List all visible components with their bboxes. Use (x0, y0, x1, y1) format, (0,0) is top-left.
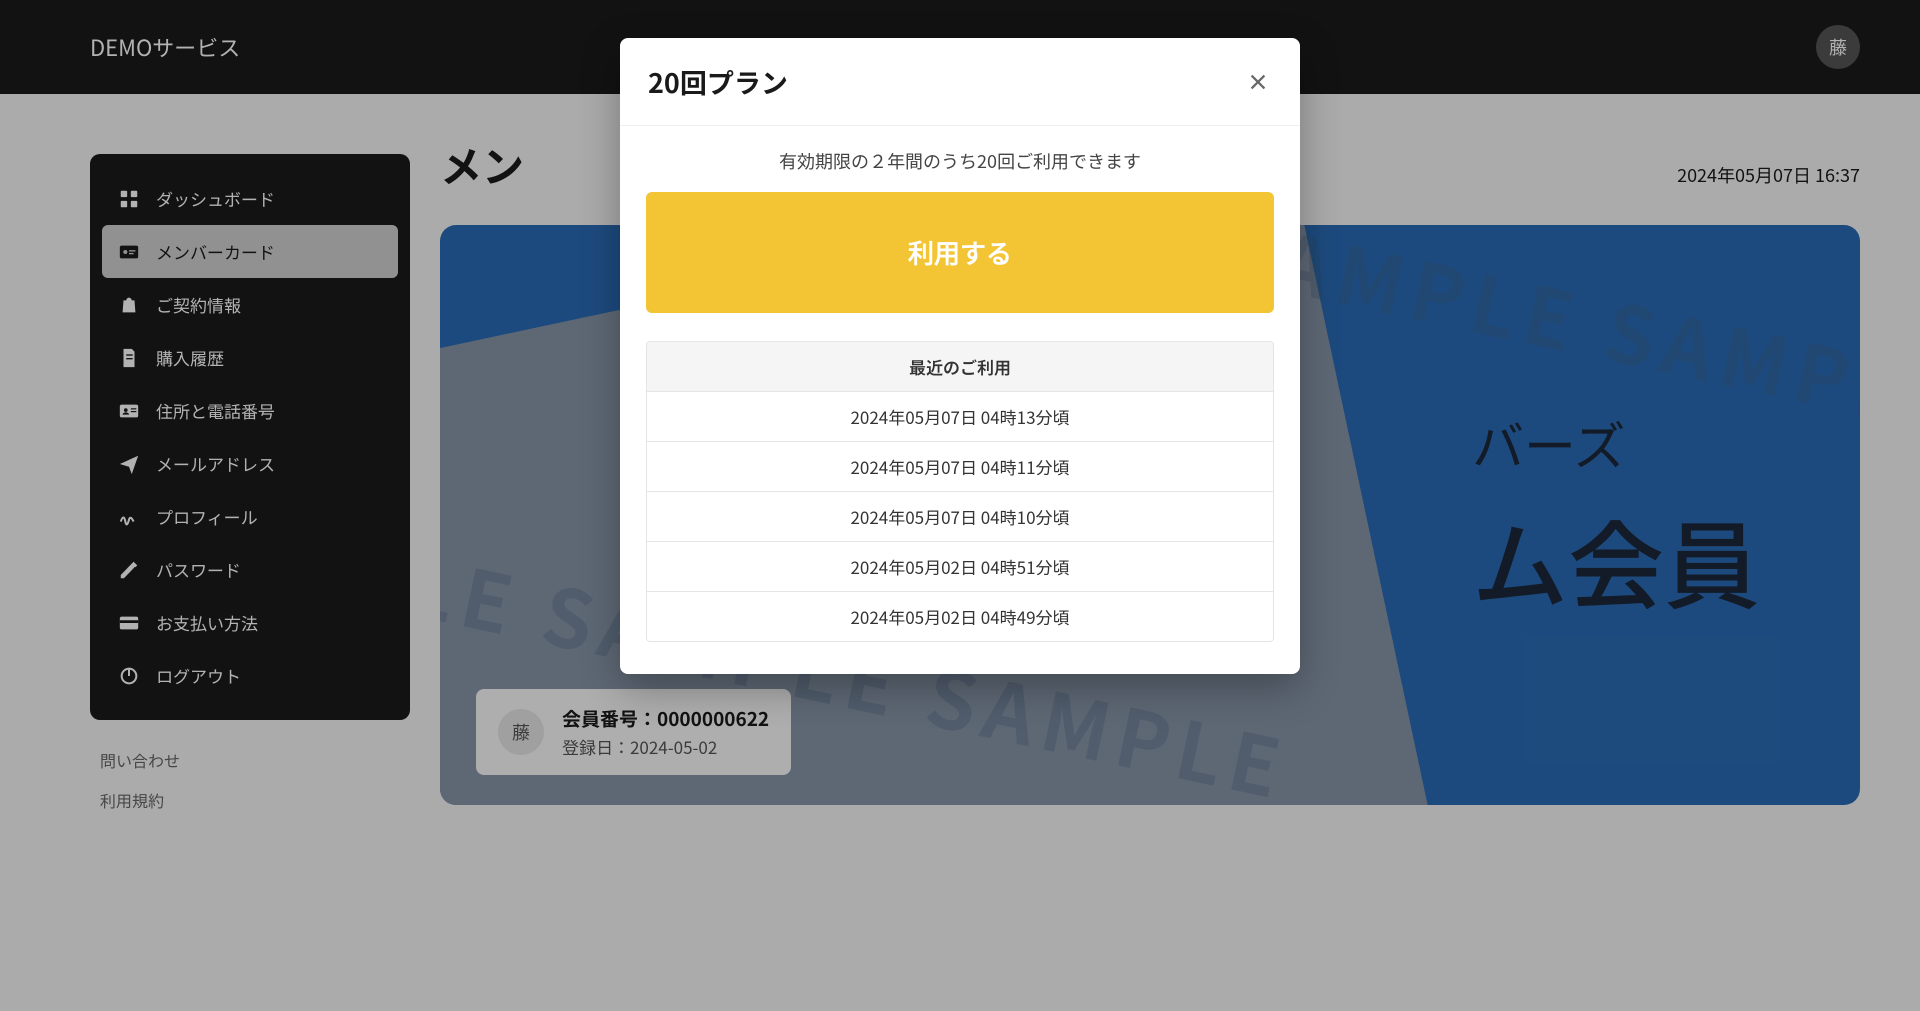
modal-overlay[interactable]: 20回プラン 有効期限の２年間のうち20回ご利用できます 利用する 最近のご利用… (0, 0, 1920, 1011)
modal-description: 有効期限の２年間のうち20回ご利用できます (646, 148, 1274, 174)
close-button[interactable] (1244, 68, 1272, 96)
use-button[interactable]: 利用する (646, 192, 1274, 313)
usage-row: 2024年05月07日 04時10分頃 (647, 492, 1273, 542)
usage-row: 2024年05月02日 04時49分頃 (647, 592, 1273, 641)
usage-table: 最近のご利用 2024年05月07日 04時13分頃 2024年05月07日 0… (646, 341, 1274, 642)
usage-row: 2024年05月07日 04時13分頃 (647, 392, 1273, 442)
modal-title: 20回プラン (648, 62, 788, 101)
usage-header: 最近のご利用 (647, 342, 1273, 392)
plan-modal: 20回プラン 有効期限の２年間のうち20回ご利用できます 利用する 最近のご利用… (620, 38, 1300, 674)
usage-row: 2024年05月07日 04時11分頃 (647, 442, 1273, 492)
usage-row: 2024年05月02日 04時51分頃 (647, 542, 1273, 592)
close-icon (1247, 71, 1269, 93)
